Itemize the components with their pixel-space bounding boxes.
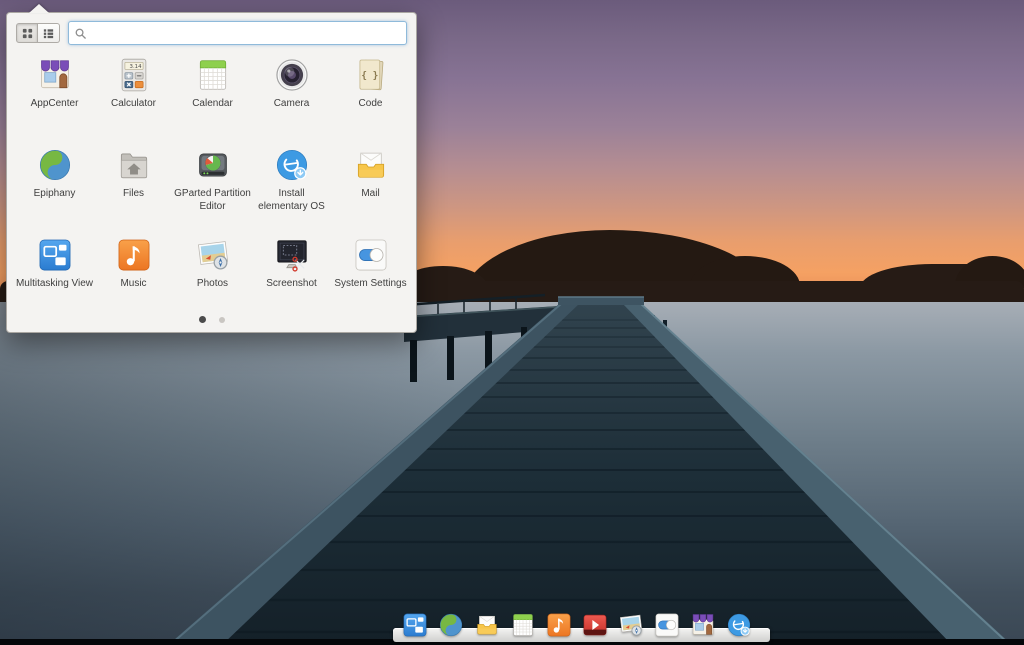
videos-icon [581, 611, 609, 639]
grid-view-button[interactable] [16, 23, 38, 43]
app-label: Calendar [192, 98, 233, 111]
music-icon [545, 611, 573, 639]
photos-icon [194, 236, 232, 274]
dock-item-mail[interactable] [473, 611, 501, 639]
app-label: GParted Partition Editor [174, 188, 252, 213]
mail-icon [352, 146, 390, 184]
screenshot-icon [273, 236, 311, 274]
appcenter-icon [36, 56, 74, 94]
music-icon [115, 236, 153, 274]
app-label: AppCenter [31, 98, 79, 111]
multitasking-view-icon [401, 611, 429, 639]
mail-icon [473, 611, 501, 639]
dock-item-appcenter[interactable] [689, 611, 717, 639]
app-label: Files [123, 188, 144, 201]
app-label: System Settings [334, 278, 406, 291]
calendar-icon [509, 611, 537, 639]
launcher-header [7, 13, 416, 45]
system-settings-icon [653, 611, 681, 639]
calendar-icon [194, 56, 232, 94]
app-item-multitasking-view[interactable]: Multitasking View [15, 234, 94, 324]
view-toggle [16, 23, 60, 43]
dock [393, 628, 770, 642]
search-input[interactable] [91, 21, 401, 45]
calculator-icon: 3.14 [115, 56, 153, 94]
app-label: Epiphany [34, 188, 76, 201]
app-item-mail[interactable]: Mail [331, 144, 410, 234]
svg-text:3.14: 3.14 [129, 64, 142, 70]
svg-text:{ }: { } [361, 71, 378, 82]
list-view-icon [42, 27, 55, 40]
app-label: Code [359, 98, 383, 111]
dock-item-videos[interactable] [581, 611, 609, 639]
app-label: Music [120, 278, 146, 291]
app-label: Mail [361, 188, 379, 201]
dock-item-calendar[interactable] [509, 611, 537, 639]
page-dot-1[interactable] [199, 316, 206, 323]
app-item-code[interactable]: { } Code [331, 54, 410, 144]
epiphany-icon [36, 146, 74, 184]
dock-item-photos[interactable] [617, 611, 645, 639]
appcenter-icon [689, 611, 717, 639]
multitasking-view-icon [36, 236, 74, 274]
system-settings-icon [352, 236, 390, 274]
app-item-screenshot[interactable]: Screenshot [252, 234, 331, 324]
camera-icon [273, 56, 311, 94]
category-view-button[interactable] [38, 23, 60, 43]
install-elementary-icon [273, 146, 311, 184]
dock-item-epiphany[interactable] [437, 611, 465, 639]
epiphany-icon [437, 611, 465, 639]
page-dot-2[interactable] [219, 317, 225, 323]
app-item-install-elementary-os[interactable]: Install elementary OS [252, 144, 331, 234]
app-item-appcenter[interactable]: AppCenter [15, 54, 94, 144]
app-item-system-settings[interactable]: System Settings [331, 234, 410, 324]
search-icon [74, 27, 87, 40]
app-item-photos[interactable]: Photos [173, 234, 252, 324]
dock-item-music[interactable] [545, 611, 573, 639]
dock-item-system-settings[interactable] [653, 611, 681, 639]
gparted-icon [194, 146, 232, 184]
files-icon [115, 146, 153, 184]
dock-item-install-elementary[interactable] [725, 611, 753, 639]
app-label: Multitasking View [16, 278, 93, 291]
wallpaper-water [0, 302, 1024, 645]
code-icon: { } [352, 56, 390, 94]
app-label: Camera [274, 98, 310, 111]
install-elementary-icon [725, 611, 753, 639]
app-item-calculator[interactable]: 3.14 Calculator [94, 54, 173, 144]
app-label: Screenshot [266, 278, 317, 291]
app-item-files[interactable]: Files [94, 144, 173, 234]
app-grid: AppCenter 3.14 Calculator Calendar Camer… [7, 45, 416, 324]
app-item-epiphany[interactable]: Epiphany [15, 144, 94, 234]
app-label: Photos [197, 278, 228, 291]
search-field[interactable] [68, 21, 407, 45]
page-dots [7, 316, 416, 323]
app-item-gparted-partition-editor[interactable]: GParted Partition Editor [173, 144, 252, 234]
dock-item-multitasking-view[interactable] [401, 611, 429, 639]
dock-items [401, 611, 753, 639]
app-item-calendar[interactable]: Calendar [173, 54, 252, 144]
app-item-music[interactable]: Music [94, 234, 173, 324]
app-label: Calculator [111, 98, 156, 111]
app-label: Install elementary OS [253, 188, 331, 213]
app-launcher: AppCenter 3.14 Calculator Calendar Camer… [6, 12, 417, 333]
desktop: AppCenter 3.14 Calculator Calendar Camer… [0, 0, 1024, 645]
app-item-camera[interactable]: Camera [252, 54, 331, 144]
grid-view-icon [21, 27, 34, 40]
photos-icon [617, 611, 645, 639]
